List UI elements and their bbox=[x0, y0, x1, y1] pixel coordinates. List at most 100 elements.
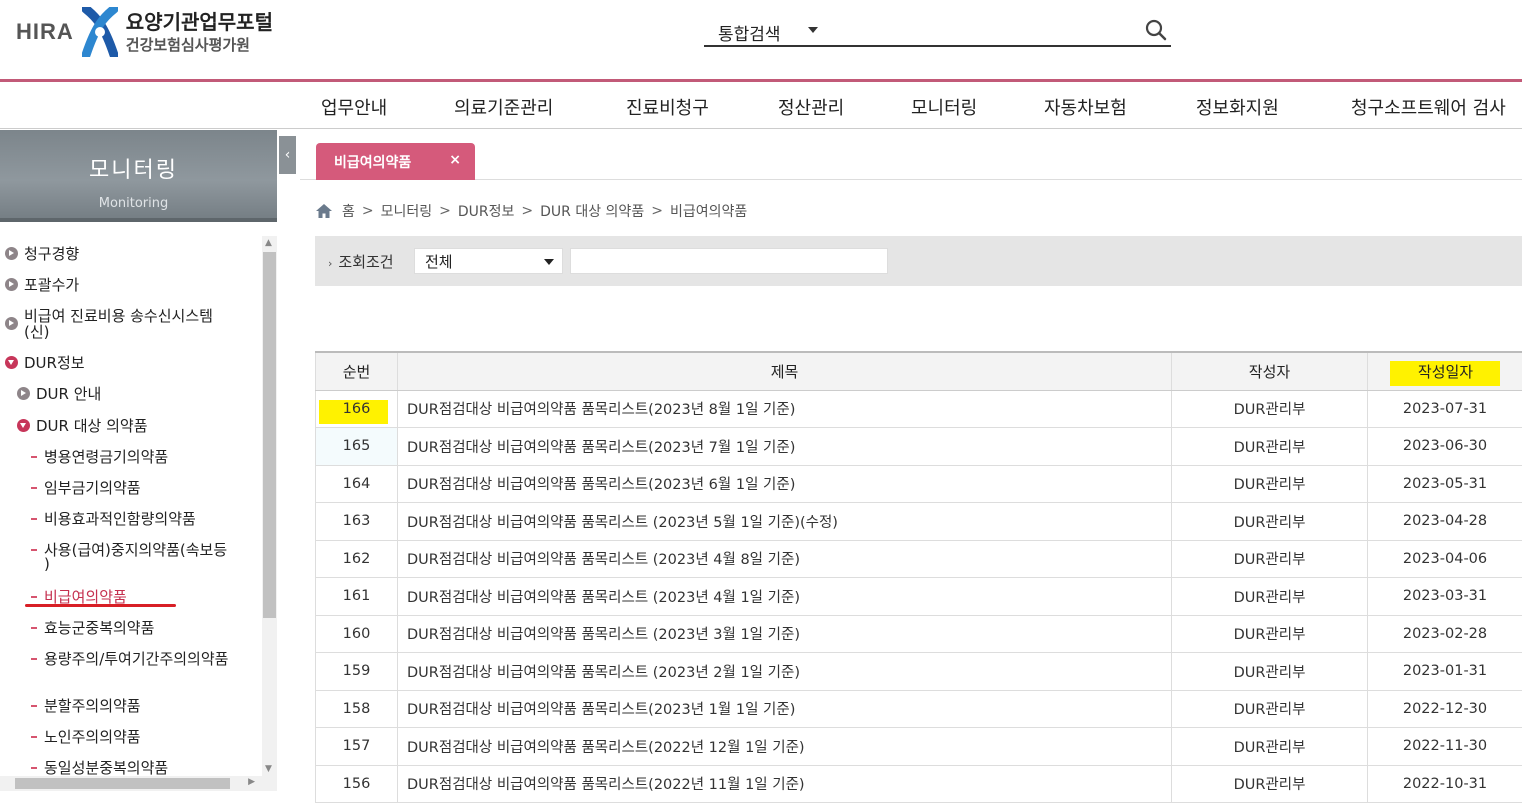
sidebar-menu: 청구경향 포괄수가 비급여 진료비용 송수신시스템 (신) DUR정보 DUR … bbox=[0, 236, 262, 776]
cell-title-link[interactable]: DUR점검대상 비급여의약품 품목리스트 (2023년 5월 1일 기준)(수정… bbox=[398, 503, 1172, 541]
breadcrumb-dur-info[interactable]: DUR정보 bbox=[458, 201, 515, 221]
filter-condition-select[interactable]: 전체 bbox=[414, 248, 563, 274]
breadcrumb-home[interactable]: 홈 bbox=[342, 201, 355, 221]
gnb-item-auto-insurance[interactable]: 자동차보험 bbox=[1044, 94, 1127, 120]
cell-no: 166 bbox=[316, 390, 398, 428]
home-icon[interactable] bbox=[316, 204, 332, 218]
scroll-down-arrow-icon[interactable]: ▼ bbox=[265, 764, 272, 774]
chevron-down-icon[interactable] bbox=[808, 27, 818, 33]
sidebar-item-label: 임부금기의약품 bbox=[44, 479, 141, 497]
table-row[interactable]: 161DUR점검대상 비급여의약품 품목리스트 (2023년 4월 1일 기준)… bbox=[316, 578, 1522, 616]
sidebar-item-noncovered-system-suffix[interactable]: (신) bbox=[24, 321, 50, 342]
sidebar-item-drg[interactable]: 포괄수가 bbox=[5, 274, 79, 295]
cell-title-link[interactable]: DUR점검대상 비급여의약품 품목리스트(2023년 1월 1일 기준) bbox=[398, 690, 1172, 728]
table-row[interactable]: 163DUR점검대상 비급여의약품 품목리스트 (2023년 5월 1일 기준)… bbox=[316, 503, 1522, 541]
cell-title-link[interactable]: DUR점검대상 비급여의약품 품목리스트 (2023년 2월 1일 기준) bbox=[398, 653, 1172, 691]
dash-bullet-icon bbox=[31, 518, 37, 520]
cell-title-link[interactable]: DUR점검대상 비급여의약품 품목리스트(2023년 8월 1일 기준) bbox=[398, 390, 1172, 428]
cell-no: 157 bbox=[316, 728, 398, 766]
gnb-item-claim-software[interactable]: 청구소프트웨어 검사 bbox=[1351, 94, 1506, 120]
cell-author: DUR관리부 bbox=[1172, 428, 1368, 466]
search-icon[interactable] bbox=[1145, 19, 1167, 41]
sidebar-item-cost-effective[interactable]: 비용효과적인함량의약품 bbox=[31, 508, 196, 529]
cell-author: DUR관리부 bbox=[1172, 540, 1368, 578]
site-logo[interactable]: HIRA 요양기관업무포털 건강보험심사평가원 bbox=[16, 6, 273, 58]
sidebar-item-dose-caution[interactable]: 용량주의/투여기간주의의약품 bbox=[31, 648, 228, 669]
gnb-item-business-guide[interactable]: 업무안내 bbox=[321, 94, 387, 120]
cell-author: DUR관리부 bbox=[1172, 578, 1368, 616]
sidebar-item-label: 분할주의의약품 bbox=[44, 697, 141, 715]
close-icon[interactable]: × bbox=[449, 152, 461, 168]
cell-author: DUR관리부 bbox=[1172, 390, 1368, 428]
tab-label: 비급여의약품 bbox=[334, 152, 411, 172]
table-row[interactable]: 157DUR점검대상 비급여의약품 품목리스트(2022년 12월 1일 기준)… bbox=[316, 728, 1522, 766]
sidebar-item-label: 효능군중복의약품 bbox=[44, 619, 154, 637]
scroll-up-arrow-icon[interactable]: ▲ bbox=[265, 238, 272, 248]
sidebar-item-elderly-caution[interactable]: 노인주의의약품 bbox=[31, 726, 141, 747]
circle-arrow-icon bbox=[17, 387, 30, 400]
sidebar-item-claim-trend[interactable]: 청구경향 bbox=[5, 243, 79, 264]
sidebar-item-discontinued[interactable]: 사용(급여)중지의약품(속보등 bbox=[31, 539, 227, 560]
sidebar-item-efficacy-duplicate[interactable]: 효능군중복의약품 bbox=[31, 617, 154, 638]
cell-title-link[interactable]: DUR점검대상 비급여의약품 품목리스트(2023년 6월 1일 기준) bbox=[398, 465, 1172, 503]
table-row[interactable]: 162DUR점검대상 비급여의약품 품목리스트 (2023년 4월 8일 기준)… bbox=[316, 540, 1522, 578]
cell-author: DUR관리부 bbox=[1172, 503, 1368, 541]
sidebar-collapse-button[interactable]: ‹ bbox=[279, 136, 296, 174]
sidebar-header: 모니터링 Monitoring bbox=[0, 130, 277, 222]
cell-author: DUR관리부 bbox=[1172, 653, 1368, 691]
breadcrumb: 홈 > 모니터링 > DUR정보 > DUR 대상 의약품 > 비급여의약품 bbox=[316, 201, 747, 221]
table-row[interactable]: 160DUR점검대상 비급여의약품 품목리스트 (2023년 3월 1일 기준)… bbox=[316, 615, 1522, 653]
sidebar-item-discontinued-suffix[interactable]: ) bbox=[44, 555, 50, 573]
table-row[interactable]: 159DUR점검대상 비급여의약품 품목리스트 (2023년 2월 1일 기준)… bbox=[316, 653, 1522, 691]
sidebar-item-age-contraindication[interactable]: 병용연령금기의약품 bbox=[31, 446, 168, 467]
sidebar-header-bar bbox=[0, 218, 277, 222]
sidebar-item-pregnancy-contraindication[interactable]: 임부금기의약품 bbox=[31, 477, 141, 498]
cell-title-link[interactable]: DUR점검대상 비급여의약품 품목리스트(2022년 12월 1일 기준) bbox=[398, 728, 1172, 766]
filter-select-value: 전체 bbox=[425, 251, 453, 272]
table-row[interactable]: 158DUR점검대상 비급여의약품 품목리스트(2023년 1월 1일 기준)D… bbox=[316, 690, 1522, 728]
sidebar-item-same-ingredient[interactable]: 동일성분중복의약품 bbox=[31, 757, 168, 776]
chevron-down-icon bbox=[544, 259, 554, 265]
sidebar-item-label: 청구경향 bbox=[24, 245, 79, 263]
table-header-row: 순번 제목 작성자 작성일자 bbox=[316, 352, 1522, 390]
search-scope-select[interactable]: 통합검색 bbox=[718, 20, 781, 45]
breadcrumb-separator: > bbox=[439, 203, 451, 219]
gnb-item-it-support[interactable]: 정보화지원 bbox=[1196, 94, 1279, 120]
sidebar-item-dur-guide[interactable]: DUR 안내 bbox=[17, 383, 101, 404]
table-body: 166DUR점검대상 비급여의약품 품목리스트(2023년 8월 1일 기준)D… bbox=[316, 390, 1522, 803]
cell-title-link[interactable]: DUR점검대상 비급여의약품 품목리스트 (2023년 4월 1일 기준) bbox=[398, 578, 1172, 616]
gnb-item-claims[interactable]: 진료비청구 bbox=[626, 94, 709, 120]
cell-title-link[interactable]: DUR점검대상 비급여의약품 품목리스트 (2023년 4월 8일 기준) bbox=[398, 540, 1172, 578]
sidebar-item-split-caution[interactable]: 분할주의의약품 bbox=[31, 695, 141, 716]
sidebar-item-label: (신) bbox=[24, 323, 50, 341]
table-row[interactable]: 165DUR점검대상 비급여의약품 품목리스트(2023년 7월 1일 기준)D… bbox=[316, 428, 1522, 466]
gnb-item-medical-standards[interactable]: 의료기준관리 bbox=[454, 94, 553, 120]
gnb-item-settlement[interactable]: 정산관리 bbox=[778, 94, 844, 120]
tab-noncovered-drugs[interactable]: 비급여의약품 × bbox=[316, 143, 475, 180]
circle-arrow-icon bbox=[5, 278, 18, 291]
filter-label: ›조회조건 bbox=[328, 251, 394, 272]
sidebar-item-dur-info[interactable]: DUR정보 bbox=[5, 352, 85, 373]
cell-title-link[interactable]: DUR점검대상 비급여의약품 품목리스트(2023년 7월 1일 기준) bbox=[398, 428, 1172, 466]
sidebar-item-dur-drugs[interactable]: DUR 대상 의약품 bbox=[17, 415, 148, 436]
cell-no: 162 bbox=[316, 540, 398, 578]
cell-title-link[interactable]: DUR점검대상 비급여의약품 품목리스트 (2023년 3월 1일 기준) bbox=[398, 615, 1172, 653]
cell-author: DUR관리부 bbox=[1172, 690, 1368, 728]
scrollbar-thumb[interactable] bbox=[15, 778, 230, 789]
breadcrumb-monitoring[interactable]: 모니터링 bbox=[381, 201, 433, 221]
sidebar-horizontal-scrollbar[interactable]: ▶ bbox=[0, 776, 277, 791]
scroll-right-arrow-icon[interactable]: ▶ bbox=[248, 777, 255, 787]
cell-author: DUR관리부 bbox=[1172, 728, 1368, 766]
table-row[interactable]: 166DUR점검대상 비급여의약품 품목리스트(2023년 8월 1일 기준)D… bbox=[316, 390, 1522, 428]
breadcrumb-dur-drugs[interactable]: DUR 대상 의약품 bbox=[540, 201, 644, 221]
chevron-right-icon: › bbox=[328, 257, 332, 270]
scrollbar-thumb[interactable] bbox=[263, 252, 276, 618]
cell-date: 2023-02-28 bbox=[1368, 615, 1522, 653]
cell-no: 163 bbox=[316, 503, 398, 541]
annotation-underline bbox=[25, 604, 176, 607]
table-row[interactable]: 164DUR점검대상 비급여의약품 품목리스트(2023년 6월 1일 기준)D… bbox=[316, 465, 1522, 503]
sidebar-vertical-scrollbar[interactable]: ▲ ▼ bbox=[262, 236, 277, 776]
filter-keyword-input[interactable] bbox=[570, 248, 888, 274]
gnb-item-monitoring[interactable]: 모니터링 bbox=[911, 94, 977, 120]
logo-subtitle: 건강보험심사평가원 bbox=[126, 37, 273, 54]
